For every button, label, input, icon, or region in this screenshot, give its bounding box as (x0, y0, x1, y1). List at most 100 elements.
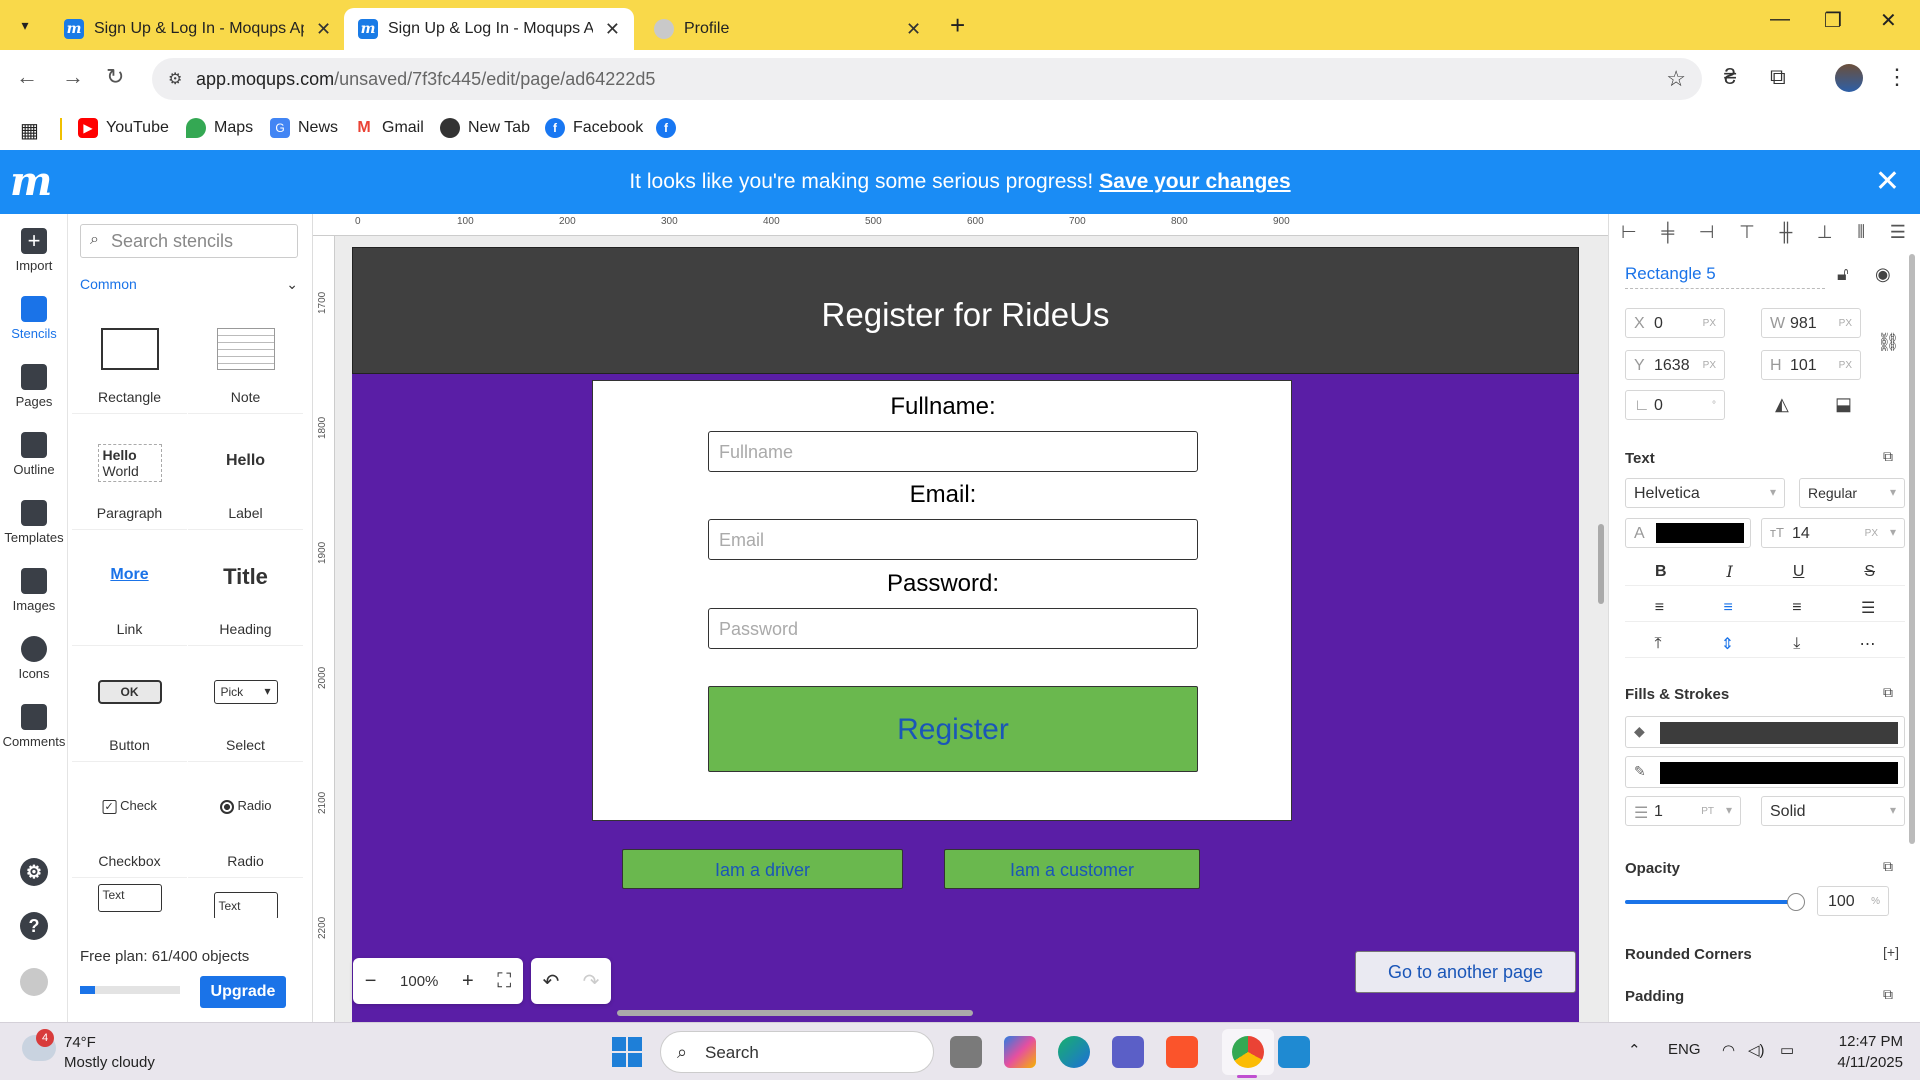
email-input[interactable]: Email (708, 519, 1198, 560)
chrome-icon[interactable] (1232, 1036, 1264, 1068)
wifi-icon[interactable]: ◠ (1722, 1041, 1735, 1059)
stencil-select[interactable]: Pick ▾ Select (188, 646, 303, 762)
undo-icon[interactable]: ↶ (543, 969, 560, 994)
zoom-level[interactable]: 100% (400, 973, 438, 990)
flip-horizontal-icon[interactable]: ◭ (1775, 394, 1789, 415)
minimize-icon[interactable]: — (1770, 8, 1790, 31)
stencil-category-select[interactable]: Common ⌄ (80, 276, 298, 292)
bookmark-youtube[interactable]: ▶ YouTube (78, 118, 169, 138)
stencil-heading[interactable]: Title Heading (188, 530, 303, 646)
underline-icon[interactable]: U (1793, 563, 1805, 581)
mockup-form-card[interactable]: Fullname: Fullname Email: Email Password… (592, 380, 1292, 821)
redo-icon[interactable]: ↷ (583, 969, 600, 994)
restore-icon[interactable]: ❐ (1824, 8, 1842, 33)
reload-icon[interactable]: ↻ (106, 64, 124, 90)
height-field[interactable]: H 101 PX (1761, 350, 1861, 380)
save-changes-link[interactable]: Save your changes (1099, 170, 1290, 193)
horizontal-scrollbar[interactable] (617, 1010, 973, 1016)
font-family-select[interactable]: Helvetica ▾ (1625, 478, 1785, 508)
bookmark-star-icon[interactable]: ☆ (1666, 66, 1686, 92)
forward-icon[interactable]: → (62, 64, 84, 90)
bold-icon[interactable]: B (1655, 563, 1667, 581)
tab-search-button[interactable]: ▾ (12, 12, 38, 38)
align-middle-icon[interactable]: ╫ (1779, 222, 1792, 250)
align-left-icon[interactable]: ⊢ (1621, 222, 1637, 250)
align-bottom-icon[interactable]: ⊥ (1817, 222, 1833, 250)
visibility-eye-icon[interactable]: ◉ (1875, 264, 1891, 285)
settings-gear-icon[interactable]: ⚙ (20, 858, 48, 886)
stencil-button[interactable]: OK Button (72, 646, 187, 762)
stencil-text-area[interactable]: Text (188, 878, 303, 918)
opacity-field[interactable]: 100% (1817, 886, 1889, 916)
close-tab-icon[interactable]: ✕ (316, 19, 331, 40)
flip-vertical-icon[interactable]: ⬓ (1835, 394, 1852, 415)
x-position-field[interactable]: X 0 PX (1625, 308, 1725, 338)
language-indicator[interactable]: ENG (1668, 1041, 1701, 1058)
stencil-label-item[interactable]: Hello Label (188, 414, 303, 530)
rounded-corners-section-title[interactable]: Rounded Corners (1625, 946, 1752, 963)
site-info-icon[interactable]: ⚙ (168, 69, 182, 89)
align-top-icon[interactable]: ⊤ (1739, 222, 1755, 250)
italic-icon[interactable]: I (1727, 562, 1733, 581)
apps-grid-icon[interactable]: ▦ (20, 118, 39, 143)
stroke-width-field[interactable]: ☰ 1 PT ▾ (1625, 796, 1741, 826)
stencil-paragraph[interactable]: Hello World Paragraph (72, 414, 187, 530)
password-label[interactable]: Password: (593, 570, 1293, 598)
volume-icon[interactable]: ◁) (1748, 1041, 1765, 1059)
stencil-text-input[interactable]: Text (72, 878, 187, 918)
text-justify-icon[interactable]: ☰ (1861, 598, 1875, 618)
rail-comments[interactable]: Comments (0, 704, 68, 749)
mockup-page[interactable]: Register for RideUs Fullname: Fullname E… (352, 247, 1579, 1022)
align-center-icon[interactable]: ╪ (1661, 222, 1674, 250)
rail-icons[interactable]: Icons (0, 636, 68, 681)
address-bar[interactable]: ⚙ app.moqups.com/unsaved/7f3fc445/edit/p… (152, 58, 1702, 100)
extension-icon[interactable]: ₴ (1724, 64, 1736, 90)
valign-bottom-icon[interactable]: ⤓ (1793, 635, 1800, 653)
go-to-another-page-button[interactable]: Go to another page (1355, 951, 1576, 993)
link-proportions-icon[interactable]: ⛓ (1877, 332, 1900, 353)
rail-templates[interactable]: Templates (0, 500, 68, 545)
windows-start-icon[interactable] (612, 1037, 642, 1067)
more-options-icon[interactable]: ⋯ (1859, 634, 1875, 654)
rail-outline[interactable]: Outline (0, 432, 68, 477)
bookmark-maps[interactable]: Maps (186, 118, 253, 138)
stencil-note[interactable]: Note (188, 298, 303, 414)
valign-top-icon[interactable]: ⤒ (1655, 635, 1662, 653)
inspector-scrollbar[interactable] (1909, 254, 1915, 844)
stencil-search-input[interactable]: ⌕ Search stencils (80, 224, 298, 258)
unlock-icon[interactable]: 🔓︎ (1837, 264, 1849, 285)
align-right-icon[interactable]: ⊣ (1699, 222, 1715, 250)
copy-style-icon[interactable]: ⧉ (1883, 684, 1893, 701)
bookmark-facebook[interactable]: f Facebook (545, 118, 643, 138)
text-align-right-icon[interactable]: ≡ (1792, 599, 1801, 617)
rotation-field[interactable]: ∟ 0 ° (1625, 390, 1725, 420)
fill-color-field[interactable]: ◆ (1625, 716, 1905, 748)
browser-tab-3[interactable]: Profile ✕ (640, 8, 935, 50)
vscode-icon[interactable] (1278, 1036, 1310, 1068)
copy-style-icon[interactable]: ⧉ (1883, 448, 1893, 465)
battery-icon[interactable]: ▭ (1780, 1041, 1794, 1059)
profile-avatar[interactable] (1835, 64, 1863, 92)
close-tab-icon[interactable]: ✕ (906, 19, 921, 40)
stencil-rectangle[interactable]: Rectangle (72, 298, 187, 414)
rail-pages[interactable]: Pages (0, 364, 68, 409)
text-align-left-icon[interactable]: ≡ (1655, 599, 1664, 617)
bookmark-news[interactable]: G News (270, 118, 338, 138)
system-clock[interactable]: 12:47 PM 4/11/2025 (1825, 1031, 1903, 1073)
mockup-title[interactable]: Register for RideUs (353, 296, 1578, 334)
y-position-field[interactable]: Y 1638 PX (1625, 350, 1725, 380)
file-explorer-icon[interactable] (950, 1036, 982, 1068)
close-banner-icon[interactable]: ✕ (1875, 164, 1900, 199)
register-button[interactable]: Register (708, 686, 1198, 772)
design-canvas[interactable]: 0 100 200 300 400 500 600 700 800 900 17… (313, 214, 1608, 1022)
fullname-input[interactable]: Fullname (708, 431, 1198, 472)
browser-tab-2[interactable]: m Sign Up & Log In - Moqups App ✕ (344, 8, 634, 50)
bookmark-gmail[interactable]: M Gmail (354, 118, 424, 138)
width-field[interactable]: W 981 PX (1761, 308, 1861, 338)
teams-icon[interactable] (1112, 1036, 1144, 1068)
close-tab-icon[interactable]: ✕ (605, 19, 620, 40)
zoom-out-icon[interactable]: − (365, 970, 377, 993)
opacity-slider[interactable] (1625, 893, 1805, 911)
help-icon[interactable]: ? (20, 912, 48, 940)
stroke-style-select[interactable]: Solid ▾ (1761, 796, 1905, 826)
